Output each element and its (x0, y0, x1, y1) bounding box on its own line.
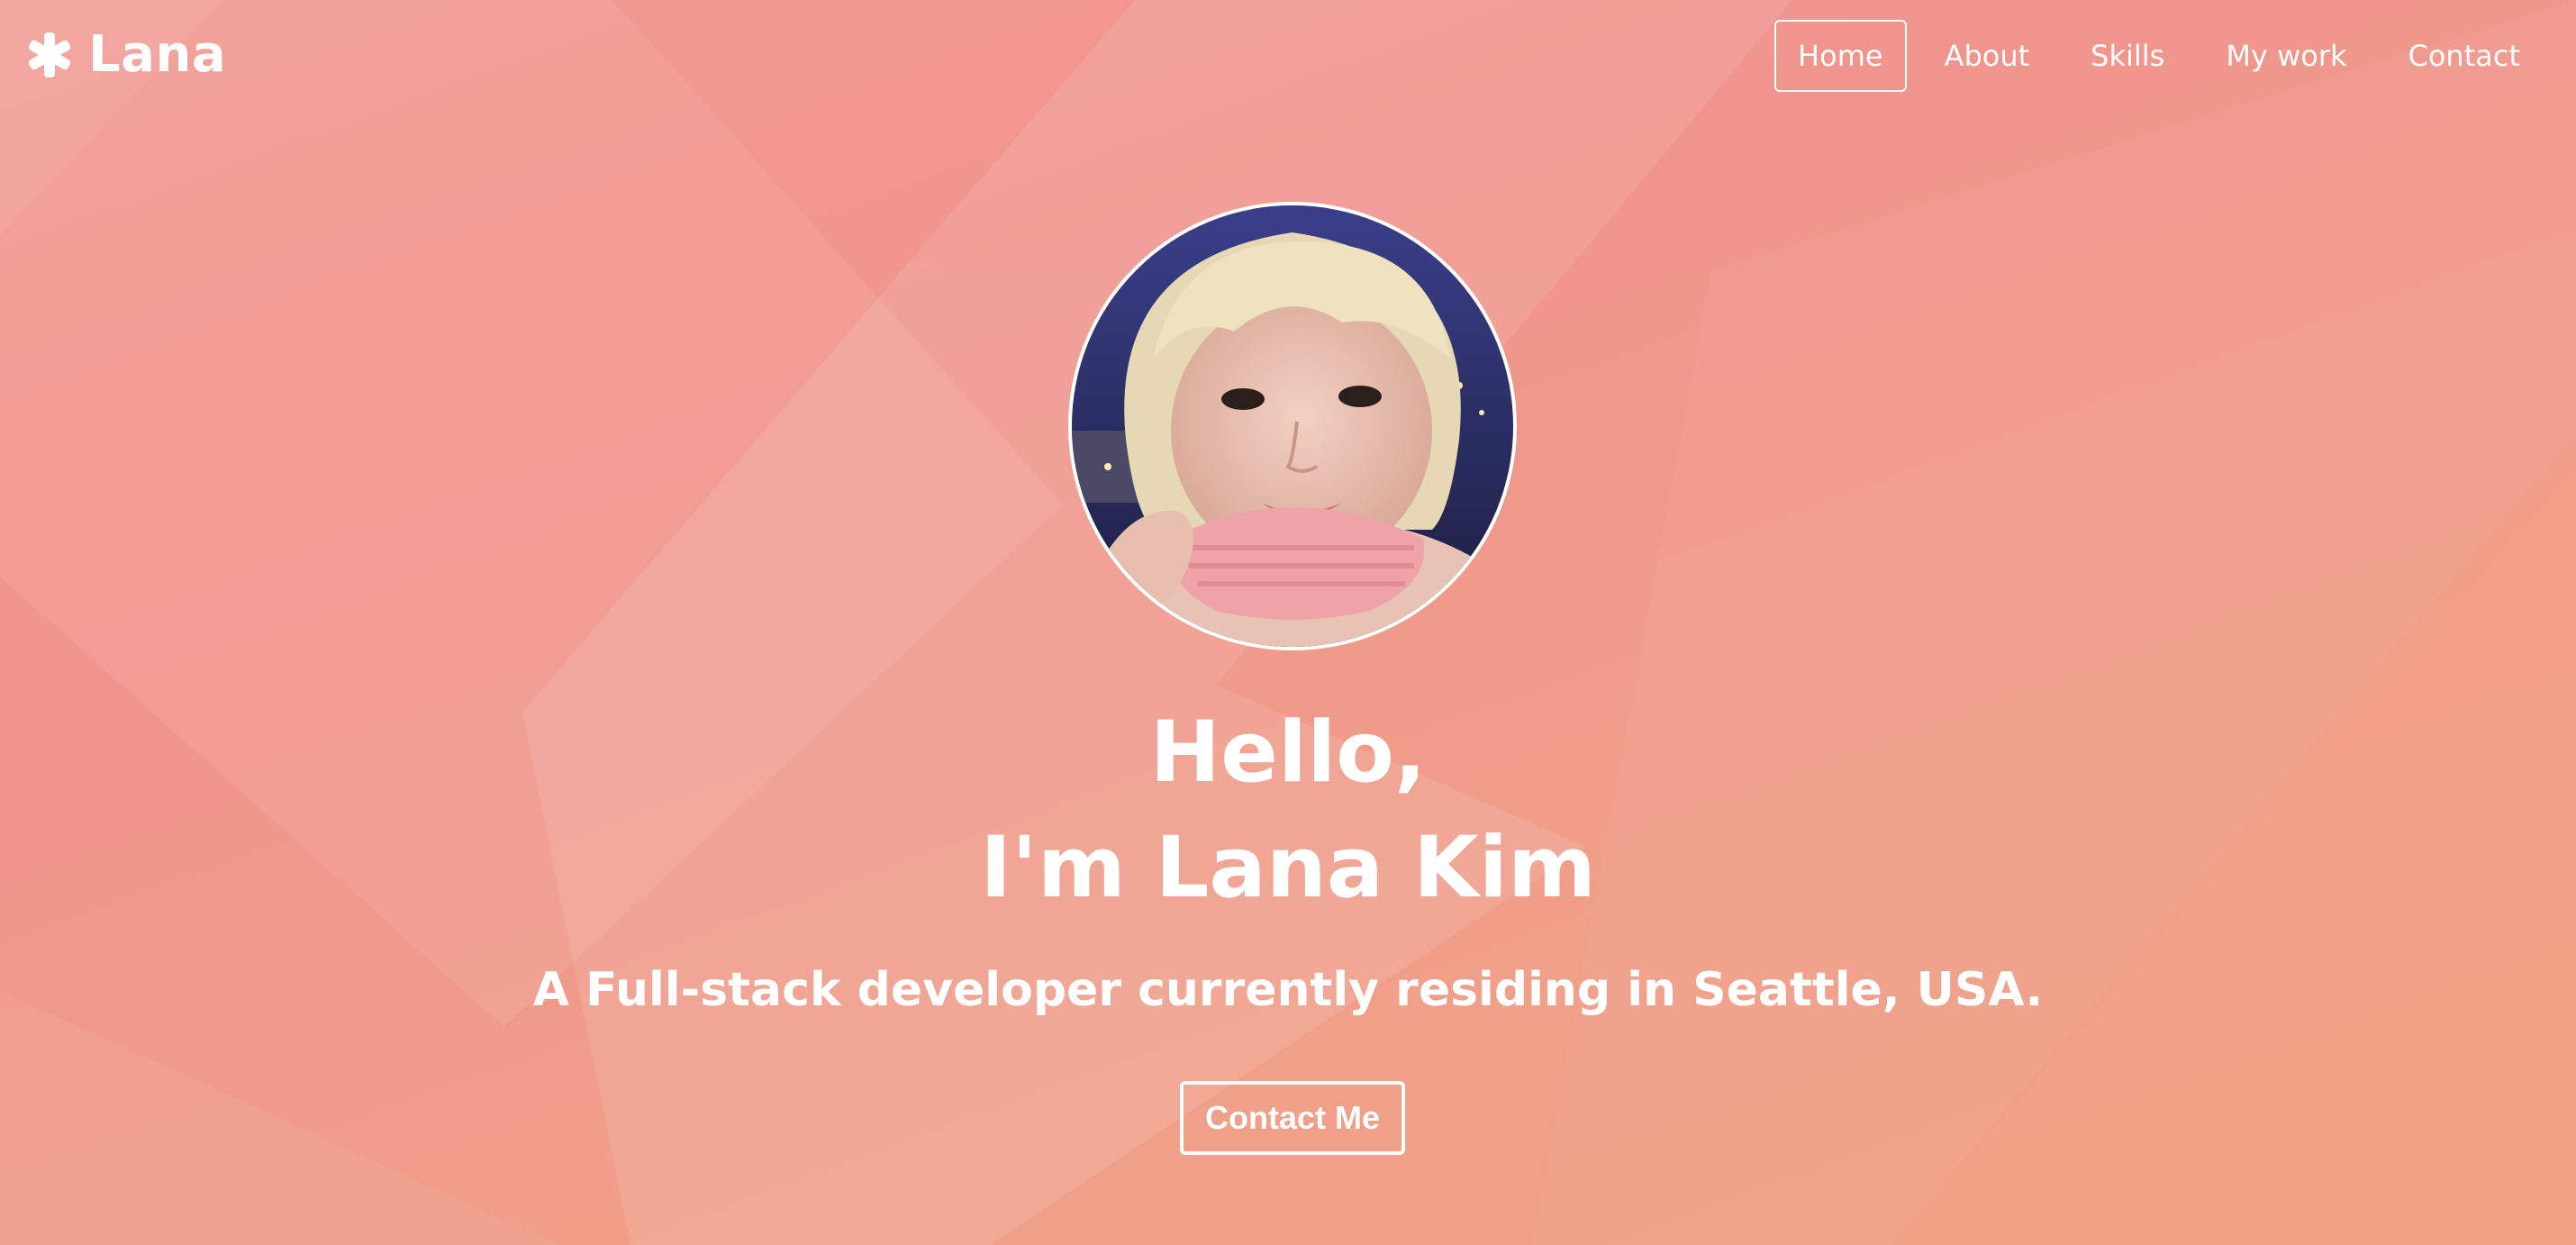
contact-me-button[interactable]: Contact Me (1180, 1081, 1405, 1155)
page: Lana Home About Skills My work Contact H… (0, 0, 2576, 1245)
nav-item-skills[interactable]: Skills (2067, 20, 2188, 92)
hero-title-line1: Hello, (1149, 704, 1427, 802)
nav-item-contact[interactable]: Contact (2385, 20, 2544, 92)
main-nav: Home About Skills My work Contact (1760, 20, 2544, 92)
hero-title-line2: I'm Lana Kim (980, 819, 1596, 917)
hero-subtitle: A Full-stack developer currently residin… (532, 963, 2044, 1017)
nav-item-my-work[interactable]: My work (2202, 20, 2370, 92)
brand-name: Lana (88, 25, 227, 84)
asterisk-icon (25, 31, 74, 79)
nav-item-home[interactable]: Home (1774, 20, 1907, 92)
brand-logo[interactable]: Lana (25, 25, 226, 84)
profile-avatar (1068, 202, 1517, 650)
nav-item-about[interactable]: About (1921, 20, 2054, 92)
